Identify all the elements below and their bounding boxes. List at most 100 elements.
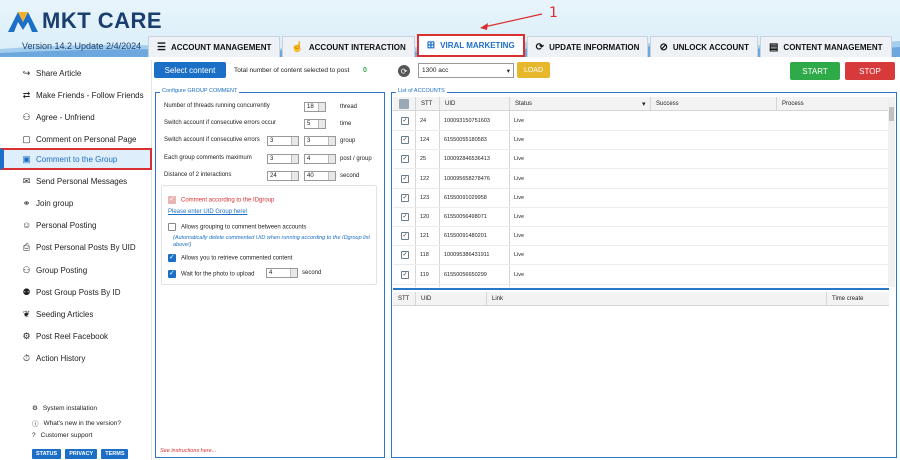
table-row[interactable]: ✓ 124 61550055180583 Live xyxy=(393,131,889,151)
distance-label: Distance of 2 interactions xyxy=(164,172,232,178)
row-checkbox[interactable]: ✓ xyxy=(401,155,409,164)
user-icon: ☺ xyxy=(22,220,32,230)
table-row[interactable]: ✓ 119 61550056650299 Live xyxy=(393,266,889,285)
tab-viral-marketing[interactable]: ⊞ VIRAL MARKETING xyxy=(416,34,525,57)
annotation-1: 1 xyxy=(549,5,558,21)
by-idgroup-label: Comment according to the IDgroup xyxy=(181,197,275,204)
allow-grouping-checkbox[interactable] xyxy=(168,223,176,231)
wait-photo-unit: second xyxy=(302,270,322,276)
switch-errors-stepper[interactable]: 5 xyxy=(304,119,326,129)
sidebar-item-label: Make Friends - Follow Friends xyxy=(36,90,144,100)
customer-support-link[interactable]: ? Customer support xyxy=(32,432,92,439)
chevron-down-icon[interactable]: ▾ xyxy=(642,100,646,108)
row-checkbox[interactable]: ✓ xyxy=(401,232,409,241)
select-all-checkbox[interactable] xyxy=(399,99,409,109)
share-icon: ↪ xyxy=(22,67,31,78)
by-idgroup-checkbox[interactable] xyxy=(168,195,176,204)
select-content-button[interactable]: Select content xyxy=(154,62,226,78)
table-row[interactable]: ✓ 122 100095658278476 Live xyxy=(393,170,889,189)
wait-photo-option[interactable]: Wait for the photo to upload xyxy=(168,269,255,278)
row-status: Live xyxy=(514,175,525,182)
wait-photo-stepper[interactable]: 4 xyxy=(266,268,298,278)
system-installation-link[interactable]: ⚙ System installation xyxy=(32,404,97,413)
by-idgroup-option[interactable]: Comment according to the IDgroup xyxy=(168,195,275,204)
whats-new-link[interactable]: ⓘ What's new in the version? xyxy=(32,418,121,429)
table-row[interactable]: ✓ 120 61550056498071 Live xyxy=(393,208,889,227)
sidebar-item-label: Agree - Unfriend xyxy=(36,112,95,122)
tab-label: VIRAL MARKETING xyxy=(440,41,515,50)
sidebar-item-agree-unfriend[interactable]: ⚇ Agree - Unfriend xyxy=(0,106,152,128)
account-select[interactable]: 1300 acc ▾ xyxy=(418,63,514,78)
row-stt: 121 xyxy=(420,233,430,240)
table-row[interactable]: ✓ 121 61550091480201 Live xyxy=(393,227,889,247)
retrieve-checkbox[interactable] xyxy=(168,253,176,262)
row-status: Live xyxy=(514,271,525,278)
settings-icon: ⚙ xyxy=(32,405,38,412)
sidebar-item-action-history[interactable]: ⏱ Action History xyxy=(0,347,152,369)
row-checkbox[interactable]: ✓ xyxy=(401,174,409,183)
tab-account-management[interactable]: ☰ ACCOUNT MANAGEMENT xyxy=(148,36,281,57)
terms-badge[interactable]: TERMS xyxy=(101,449,129,459)
row-checkbox[interactable]: ✓ xyxy=(401,117,409,125)
reel-icon: ⚙ xyxy=(22,330,31,341)
log-col-uid: UID xyxy=(421,296,432,302)
sidebar-item-join-group[interactable]: ⚭ Join group xyxy=(0,192,152,214)
sidebar-item-seeding[interactable]: ❦ Seeding Articles xyxy=(0,303,152,325)
retrieve-option[interactable]: Allows you to retrieve commented content xyxy=(168,253,292,262)
row-status: Live xyxy=(514,118,525,124)
row-checkbox[interactable]: ✓ xyxy=(401,136,409,145)
row-checkbox[interactable]: ✓ xyxy=(401,251,409,260)
scrollbar-thumb[interactable] xyxy=(889,107,894,121)
sidebar-item-share-article[interactable]: ↪ Share Article xyxy=(0,62,152,84)
panel-splitter[interactable] xyxy=(393,288,889,290)
row-checkbox[interactable]: ✓ xyxy=(401,193,409,202)
table-row[interactable]: ✓ 24 100093150751603 Live xyxy=(393,112,889,131)
threads-stepper[interactable]: 18 xyxy=(304,102,326,112)
row-checkbox[interactable]: ✓ xyxy=(401,213,409,221)
table-row[interactable]: ✓ 123 61550091029958 Live xyxy=(393,189,889,208)
switch-group-from-stepper[interactable]: 3 xyxy=(267,136,299,146)
allow-grouping-label: Allows grouping to comment between accou… xyxy=(181,224,307,231)
group-icon: ⚇ xyxy=(22,264,31,275)
allow-grouping-option[interactable]: Allows grouping to comment between accou… xyxy=(168,223,306,231)
sidebar-item-label: Post Reel Facebook xyxy=(36,331,109,341)
sidebar-item-make-friends[interactable]: ⇄ Make Friends - Follow Friends xyxy=(0,84,152,106)
sidebar-item-comment-personal[interactable]: ▢ Comment on Personal Page xyxy=(0,128,152,150)
tab-update-information[interactable]: ⟳ UPDATE INFORMATION xyxy=(526,36,649,57)
enter-uid-link[interactable]: Please enter UID Group here! xyxy=(168,209,247,215)
threads-unit: thread xyxy=(340,104,358,110)
sidebar-item-group-posting[interactable]: ⚇ Group Posting xyxy=(0,259,152,281)
auto-delete-note: (Automatically delete commented UID when… xyxy=(173,235,370,248)
sidebar-item-post-by-uid[interactable]: ⎙ Post Personal Posts By UID xyxy=(0,236,152,258)
switch-group-to-stepper[interactable]: 3 xyxy=(304,136,336,146)
refresh-icon[interactable]: ⟳ xyxy=(398,65,410,77)
distance-to-stepper[interactable]: 40 xyxy=(304,171,336,181)
each-group-to-stepper[interactable]: 4 xyxy=(304,154,336,164)
load-button[interactable]: LOAD xyxy=(517,62,550,78)
row-checkbox[interactable]: ✓ xyxy=(401,270,409,279)
sidebar-item-post-group-by-id[interactable]: ⚉ Post Group Posts By ID xyxy=(0,281,152,303)
sidebar-item-post-reel[interactable]: ⚙ Post Reel Facebook xyxy=(0,325,152,347)
add-friend-icon: ⇄ xyxy=(22,89,31,100)
instructions-link[interactable]: See instructions here... xyxy=(160,448,216,454)
tab-unlock-account[interactable]: ⊘ UNLOCK ACCOUNT xyxy=(650,36,758,57)
total-content-value: 0 xyxy=(363,67,367,74)
each-group-from-stepper[interactable]: 3 xyxy=(267,154,299,164)
sidebar-item-comment-group[interactable]: ▣ Comment to the Group xyxy=(0,148,152,170)
start-button[interactable]: START xyxy=(790,62,840,80)
sidebar: ↪ Share Article ⇄ Make Friends - Follow Fr… xyxy=(0,60,152,460)
distance-from-stepper[interactable]: 24 xyxy=(267,171,299,181)
col-status: Status xyxy=(515,101,533,107)
table-row[interactable]: ✓ 25 100092846536413 Live xyxy=(393,150,889,170)
accounts-scrollbar[interactable] xyxy=(888,97,895,287)
sidebar-item-send-messages[interactable]: ✉ Send Personal Messages xyxy=(0,170,152,192)
sidebar-item-personal-posting[interactable]: ☺ Personal Posting xyxy=(0,214,152,236)
status-badge[interactable]: STATUS xyxy=(32,449,62,459)
app-logo: MKT CARE xyxy=(6,8,162,34)
privacy-badge[interactable]: PRIVACY xyxy=(65,449,98,459)
tab-account-interaction[interactable]: ☝ ACCOUNT INTERACTION xyxy=(282,36,415,57)
table-row[interactable]: ✓ 118 100095386431911 Live xyxy=(393,246,889,266)
wait-photo-checkbox[interactable] xyxy=(168,269,176,278)
stop-button[interactable]: STOP xyxy=(845,62,895,80)
tab-content-management[interactable]: ▤ CONTENT MANAGEMENT xyxy=(759,36,892,57)
